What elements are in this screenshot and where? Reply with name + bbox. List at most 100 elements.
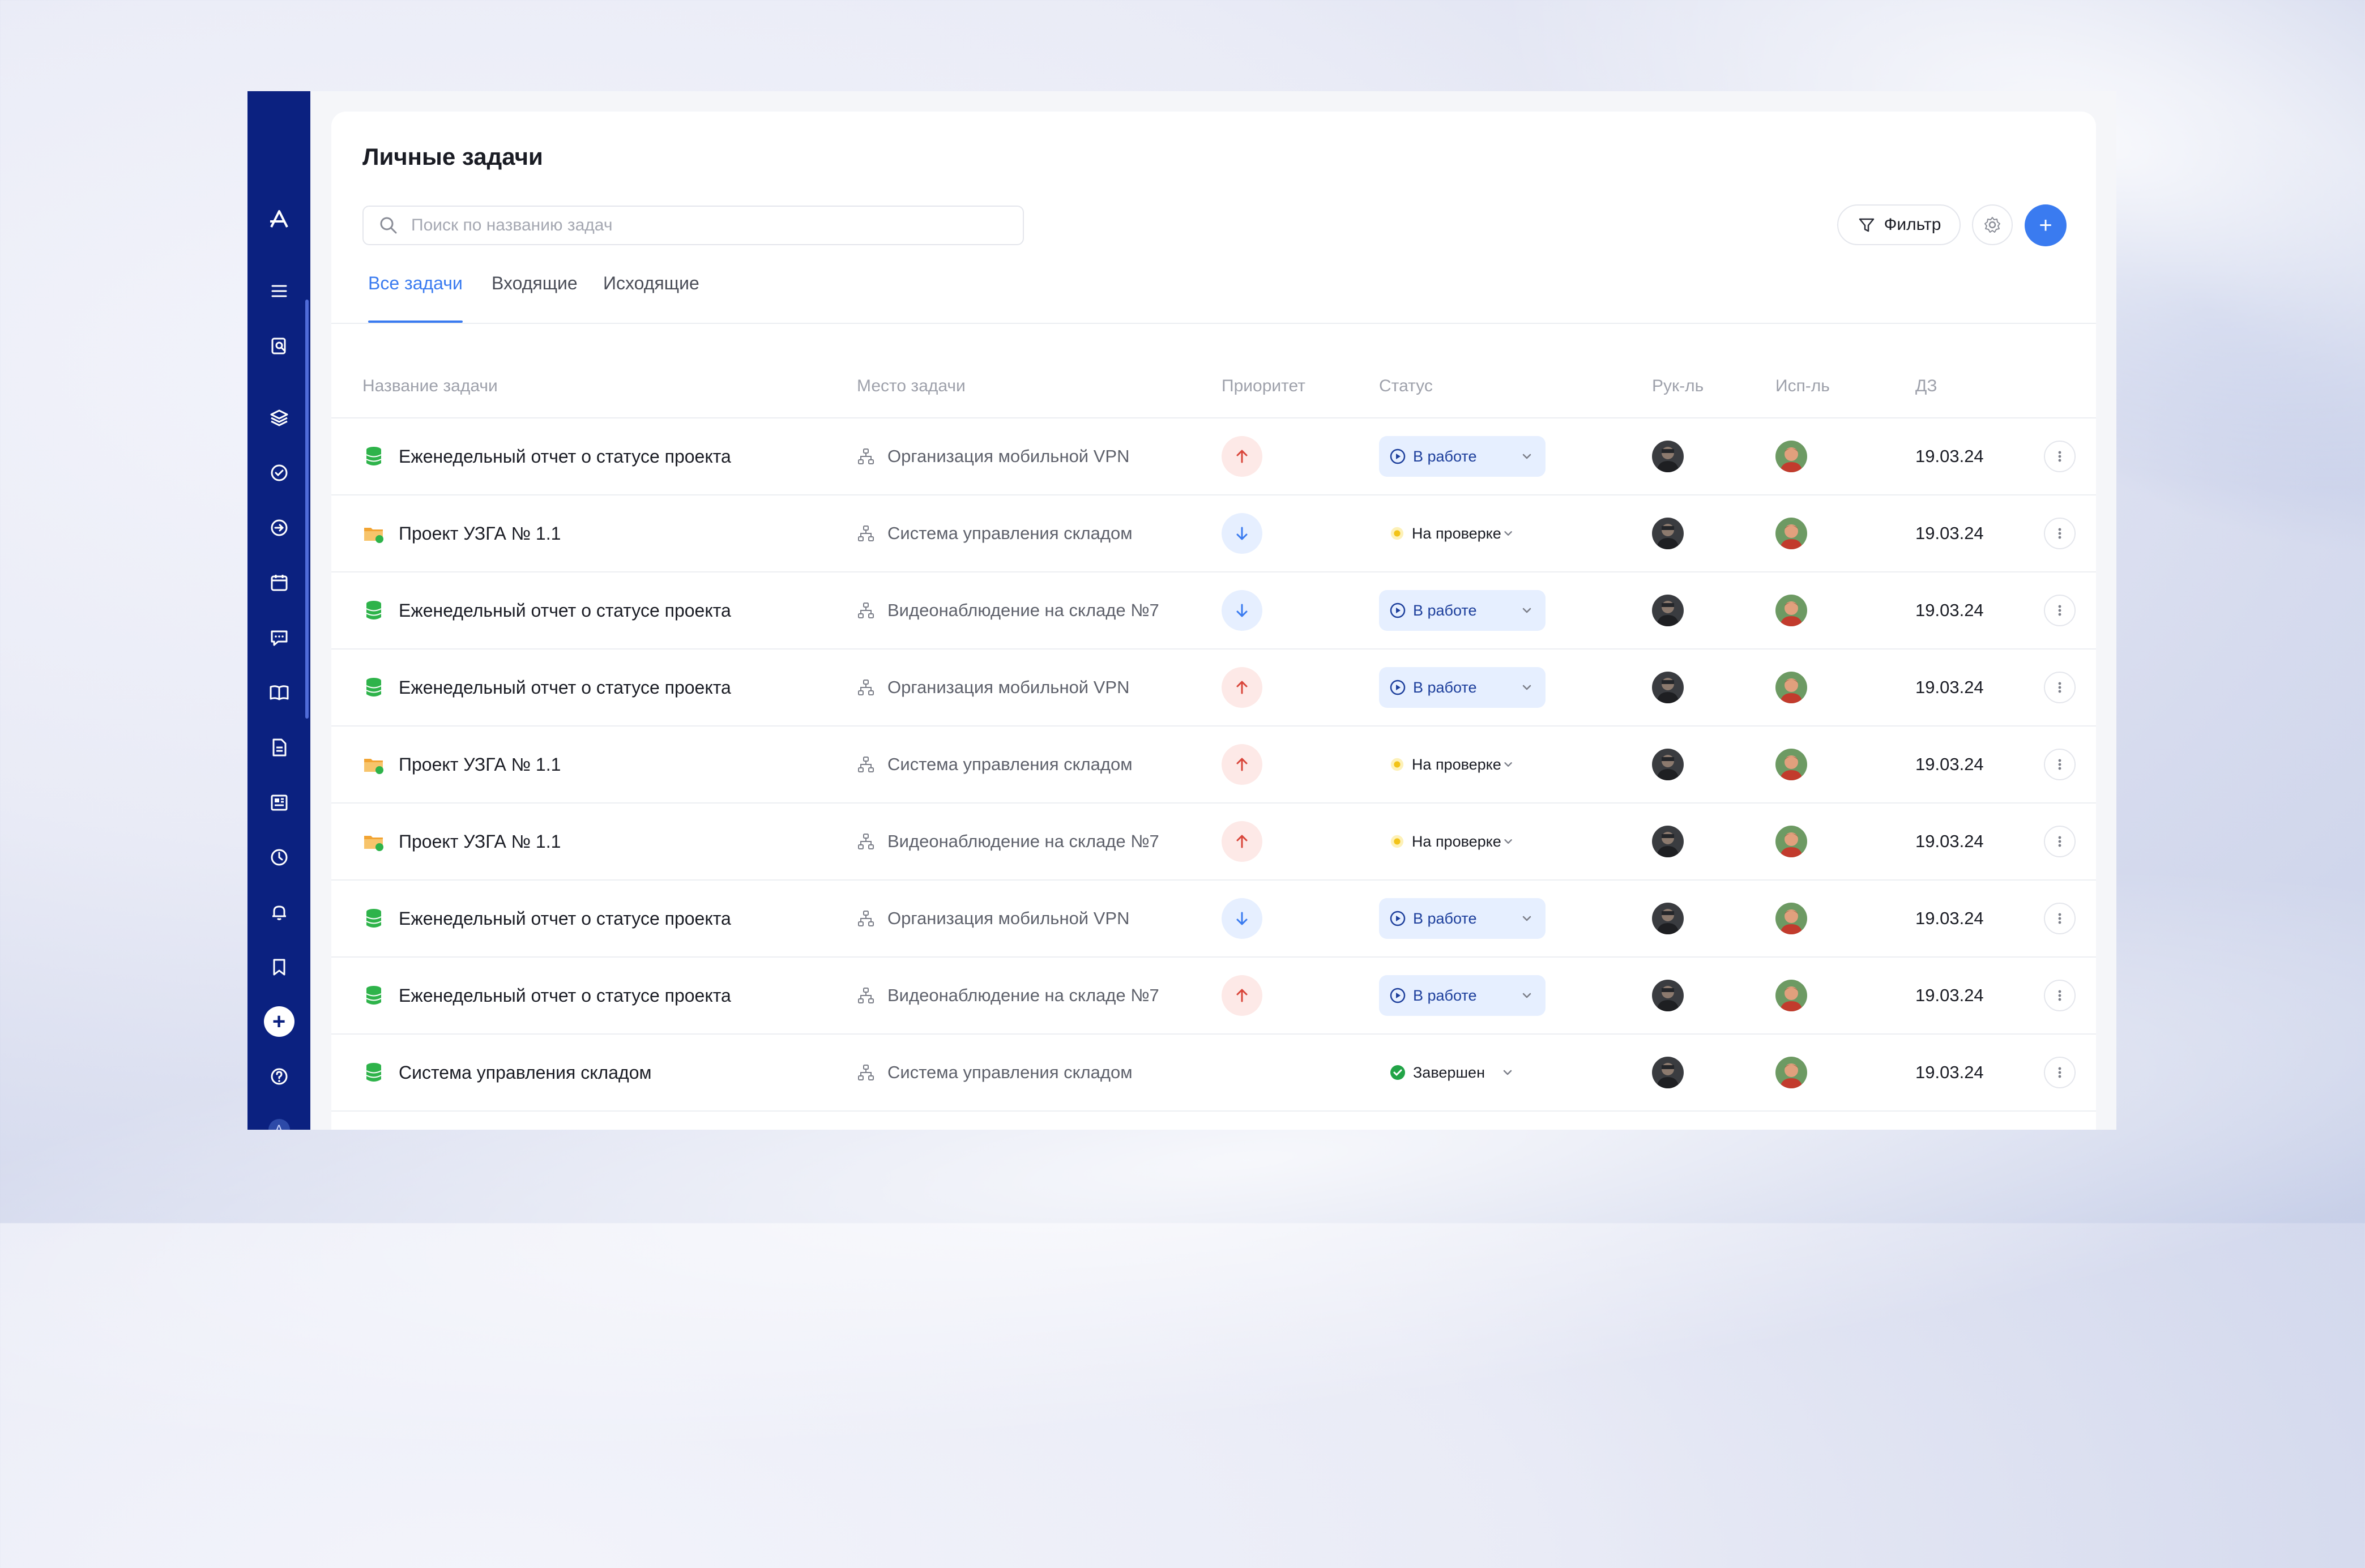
status-dropdown[interactable]: В работе bbox=[1379, 667, 1546, 708]
executor-avatar[interactable] bbox=[1775, 672, 1807, 703]
task-place-cell[interactable]: Система управления складом bbox=[857, 727, 1133, 802]
table-row[interactable]: Система управления складом Система управл… bbox=[331, 1035, 2096, 1112]
col-executor[interactable]: Исп-ль bbox=[1775, 355, 1830, 417]
task-place-cell[interactable]: Система управления складом bbox=[857, 495, 1133, 571]
row-more-button[interactable] bbox=[2044, 903, 2076, 934]
task-name-cell[interactable]: Еженедельный отчет о статусе проекта bbox=[362, 418, 731, 494]
manager-avatar[interactable] bbox=[1652, 980, 1684, 1011]
task-name-cell[interactable]: Проект УЗГА № 1.1 bbox=[362, 804, 561, 879]
sidebar-item-outgoing[interactable] bbox=[247, 507, 310, 548]
tab-outgoing[interactable]: Исходящие bbox=[603, 273, 699, 323]
executor-avatar[interactable] bbox=[1775, 826, 1807, 857]
task-name-cell[interactable]: Еженедельный отчет о статусе проекта bbox=[362, 958, 731, 1033]
sidebar-item-logo[interactable] bbox=[247, 199, 310, 240]
manager-avatar[interactable] bbox=[1652, 441, 1684, 472]
search-input[interactable] bbox=[410, 215, 979, 236]
table-row[interactable]: Проект УЗГА № 1.1 Система управления скла… bbox=[331, 727, 2096, 804]
sidebar-item-workspace[interactable]: A bbox=[247, 1109, 310, 1130]
sidebar-item-knowledge[interactable] bbox=[247, 672, 310, 713]
sidebar-item-news[interactable] bbox=[247, 782, 310, 823]
col-task-name[interactable]: Название задачи bbox=[362, 355, 498, 417]
col-task-place[interactable]: Место задачи bbox=[857, 355, 966, 417]
status-dropdown[interactable]: В работе bbox=[1379, 898, 1546, 939]
col-priority[interactable]: Приоритет bbox=[1222, 355, 1305, 417]
executor-avatar[interactable] bbox=[1775, 441, 1807, 472]
sidebar-item-calendar[interactable] bbox=[247, 562, 310, 603]
task-name-cell[interactable]: Еженедельный отчет о статусе проекта bbox=[362, 881, 731, 956]
row-more-button[interactable] bbox=[2044, 826, 2076, 857]
row-more-button[interactable] bbox=[2044, 1057, 2076, 1088]
task-place-cell[interactable]: Видеонаблюдение на складе №7 bbox=[857, 572, 1159, 648]
row-more-button[interactable] bbox=[2044, 518, 2076, 549]
priority-low-badge[interactable] bbox=[1222, 590, 1262, 631]
manager-avatar[interactable] bbox=[1652, 595, 1684, 626]
settings-button[interactable] bbox=[1972, 204, 2013, 245]
table-row[interactable]: Еженедельный отчет о статусе проекта Виде… bbox=[331, 572, 2096, 650]
search-box[interactable] bbox=[362, 206, 1024, 245]
sidebar-item-history[interactable] bbox=[247, 837, 310, 878]
sidebar-item-help[interactable] bbox=[247, 1056, 310, 1097]
row-more-button[interactable] bbox=[2044, 749, 2076, 780]
manager-avatar[interactable] bbox=[1652, 903, 1684, 934]
sidebar-item-documents[interactable] bbox=[247, 727, 310, 768]
col-due-date[interactable]: ДЗ bbox=[1915, 355, 1937, 417]
sidebar-item-notifications[interactable] bbox=[247, 892, 310, 933]
priority-low-badge[interactable] bbox=[1222, 898, 1262, 939]
task-place-cell[interactable]: Видеонаблюдение на складе №7 bbox=[857, 958, 1159, 1033]
table-row[interactable]: Еженедельный отчет о статусе проекта Орга… bbox=[331, 418, 2096, 495]
status-dropdown[interactable]: В работе bbox=[1379, 975, 1546, 1016]
status-dropdown[interactable]: Завершен bbox=[1379, 1052, 1526, 1093]
priority-high-badge[interactable] bbox=[1222, 436, 1262, 477]
executor-avatar[interactable] bbox=[1775, 749, 1807, 780]
table-row[interactable]: Проект УЗГА № 1.1 Система управления скла… bbox=[331, 495, 2096, 572]
table-row[interactable]: Проект УЗГА № 1.1 Видеонаблюдение на скла… bbox=[331, 804, 2096, 881]
row-more-button[interactable] bbox=[2044, 595, 2076, 626]
row-more-button[interactable] bbox=[2044, 441, 2076, 472]
add-task-button[interactable]: + bbox=[2025, 204, 2067, 246]
manager-avatar[interactable] bbox=[1652, 826, 1684, 857]
manager-avatar[interactable] bbox=[1652, 518, 1684, 549]
task-name-cell[interactable]: Еженедельный отчет о статусе проекта bbox=[362, 650, 731, 725]
tab-incoming[interactable]: Входящие bbox=[492, 273, 578, 323]
priority-high-badge[interactable] bbox=[1222, 821, 1262, 862]
status-dropdown[interactable]: На проверке bbox=[1379, 513, 1526, 554]
task-name-cell[interactable]: Проект УЗГА № 1.1 bbox=[362, 495, 561, 571]
manager-avatar[interactable] bbox=[1652, 1057, 1684, 1088]
task-place-cell[interactable]: Видеонаблюдение на складе №7 bbox=[857, 804, 1159, 879]
row-more-button[interactable] bbox=[2044, 980, 2076, 1011]
task-name-cell[interactable]: Проект УЗГА № 1.1 bbox=[362, 727, 561, 802]
executor-avatar[interactable] bbox=[1775, 518, 1807, 549]
executor-avatar[interactable] bbox=[1775, 595, 1807, 626]
col-status[interactable]: Статус bbox=[1379, 355, 1433, 417]
sidebar-item-chat[interactable] bbox=[247, 617, 310, 658]
sidebar-item-layers[interactable] bbox=[247, 398, 310, 438]
task-place-cell[interactable]: Организация мобильной VPN bbox=[857, 881, 1129, 956]
table-row[interactable]: Еженедельный отчет о статусе проекта Орга… bbox=[331, 650, 2096, 727]
table-row[interactable]: Еженедельный отчет о статусе проекта Виде… bbox=[331, 958, 2096, 1035]
status-dropdown[interactable]: На проверке bbox=[1379, 744, 1526, 785]
sidebar-item-search-doc[interactable] bbox=[247, 326, 310, 366]
priority-low-badge[interactable] bbox=[1222, 513, 1262, 554]
task-place-cell[interactable]: Система управления складом bbox=[857, 1035, 1133, 1110]
row-more-button[interactable] bbox=[2044, 672, 2076, 703]
priority-high-badge[interactable] bbox=[1222, 744, 1262, 785]
task-name-cell[interactable]: Система управления складом bbox=[362, 1035, 651, 1110]
tab-all[interactable]: Все задачи bbox=[368, 273, 463, 323]
sidebar-item-create[interactable]: + bbox=[247, 1001, 310, 1042]
sidebar-item-bookmarks[interactable] bbox=[247, 947, 310, 988]
executor-avatar[interactable] bbox=[1775, 980, 1807, 1011]
manager-avatar[interactable] bbox=[1652, 749, 1684, 780]
sidebar-item-tasks[interactable] bbox=[247, 452, 310, 493]
status-dropdown[interactable]: В работе bbox=[1379, 436, 1546, 477]
col-manager[interactable]: Рук-ль bbox=[1652, 355, 1704, 417]
task-place-cell[interactable]: Организация мобильной VPN bbox=[857, 650, 1129, 725]
sidebar-item-menu[interactable] bbox=[247, 271, 310, 311]
table-row[interactable]: Еженедельный отчет о статусе проекта Орга… bbox=[331, 881, 2096, 958]
priority-high-badge[interactable] bbox=[1222, 975, 1262, 1016]
task-name-cell[interactable]: Еженедельный отчет о статусе проекта bbox=[362, 572, 731, 648]
status-dropdown[interactable]: В работе bbox=[1379, 590, 1546, 631]
filter-button[interactable]: Фильтр bbox=[1837, 204, 1961, 245]
executor-avatar[interactable] bbox=[1775, 903, 1807, 934]
task-place-cell[interactable]: Организация мобильной VPN bbox=[857, 418, 1129, 494]
executor-avatar[interactable] bbox=[1775, 1057, 1807, 1088]
